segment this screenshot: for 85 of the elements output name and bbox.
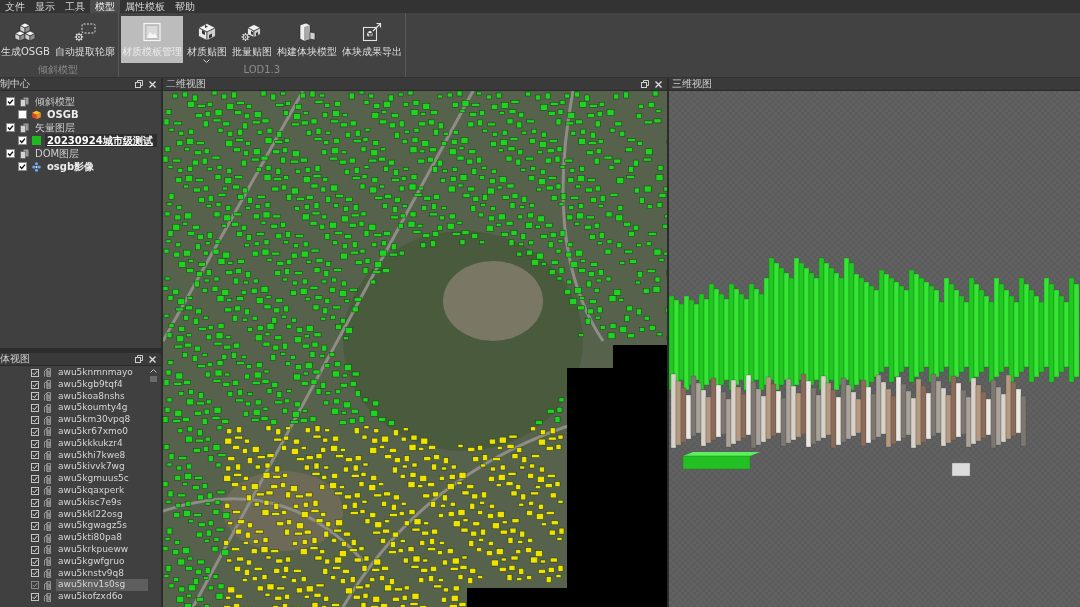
ribbon-button[interactable]: 构建体块模型	[275, 16, 338, 63]
entity-label[interactable]: awu5krkpueww	[56, 543, 131, 556]
building-icon	[44, 415, 51, 425]
layers-icon	[20, 148, 29, 159]
menu-item[interactable]: 帮助	[170, 0, 200, 13]
building-icon	[44, 427, 51, 437]
gear-frame-icon	[73, 22, 96, 42]
entity-label[interactable]: awu5kgwfgruo	[56, 555, 127, 568]
building-icon	[44, 474, 51, 484]
building-icon	[44, 486, 51, 496]
menu-item[interactable]: 文件	[0, 0, 30, 13]
restore-icon[interactable]	[641, 80, 649, 88]
cubes-icon	[14, 22, 37, 42]
checkbox[interactable]	[6, 149, 15, 158]
gear-cube-icon	[240, 22, 263, 42]
building-icon	[44, 521, 51, 531]
scrollbar-thumb[interactable]	[149, 376, 157, 382]
ribbon-button[interactable]: 批量贴图	[230, 16, 273, 63]
building-icon	[44, 545, 51, 555]
image-icon	[140, 22, 163, 42]
panel-title: 体视图	[0, 353, 31, 365]
layer-label[interactable]: 矢量图层	[33, 121, 77, 134]
entity-label[interactable]: awu5kgmuus5c	[56, 473, 131, 485]
caret-icon	[203, 59, 211, 63]
layer-label[interactable]: 倾斜模型	[33, 95, 77, 108]
building-icon	[44, 462, 51, 472]
building-icon	[44, 380, 51, 390]
close-icon[interactable]	[149, 80, 156, 88]
entity-label[interactable]: awu5kr67xmo0	[56, 426, 130, 438]
entity-label[interactable]: awu5khi7kwe8	[56, 449, 128, 462]
entity-label[interactable]: awu5kqaxperk	[56, 484, 127, 497]
building-icon	[44, 580, 51, 590]
entity-label[interactable]: awu5knmnmayo	[56, 367, 135, 379]
checkbox[interactable]	[6, 97, 15, 106]
entity-label[interactable]: awu5kivvk7wg	[56, 461, 127, 474]
ribbon-button[interactable]: 材质贴图	[185, 16, 228, 63]
building-icon	[44, 403, 51, 413]
close-icon[interactable]	[149, 355, 156, 363]
entity-label[interactable]: awu5kgb9tqf4	[56, 378, 125, 391]
layer-label[interactable]: DOM图层	[33, 147, 82, 160]
building-icon	[44, 592, 51, 602]
ribbon-button[interactable]: 体块成果导出	[340, 16, 403, 63]
group-label: 倾斜模型	[37, 63, 78, 77]
entity-label[interactable]: awu5kisc7e9s	[56, 496, 124, 509]
entity-label[interactable]: awu5koumty4g	[56, 402, 130, 415]
cube-icon	[195, 22, 218, 42]
panel-title: 二维视图	[165, 78, 207, 90]
restore-icon[interactable]	[135, 80, 143, 88]
restore-icon[interactable]	[135, 355, 143, 363]
dots-icon	[32, 161, 41, 172]
layer-label[interactable]: osgb影像	[45, 160, 97, 173]
menu-item[interactable]: 属性模板	[120, 0, 170, 13]
entity-label[interactable]: awu5knstv9q8	[56, 567, 126, 580]
checkbox[interactable]	[18, 136, 27, 145]
close-icon[interactable]	[655, 80, 662, 88]
menu-item[interactable]: 模型	[90, 0, 120, 13]
checkbox[interactable]	[18, 162, 27, 171]
entity-label[interactable]: awu5knv1s0sg	[56, 579, 148, 592]
building-icon	[44, 533, 51, 543]
entity-label[interactable]: awu5koa8nshs	[56, 390, 127, 403]
menu-item[interactable]: 显示	[30, 0, 60, 13]
entity-label[interactable]: awu5kkl22osg	[56, 508, 125, 521]
layers-icon	[20, 96, 29, 107]
cube-icon	[32, 109, 41, 120]
entity-label[interactable]: awu5kkkukzr4	[56, 437, 125, 450]
scroll-up-icon[interactable]	[149, 369, 157, 373]
checkbox[interactable]	[31, 581, 39, 590]
layer-label[interactable]: 20230924城市级测试	[45, 134, 157, 147]
layers-icon	[20, 122, 29, 133]
entity-label[interactable]: awu5kti80pa8	[56, 532, 124, 544]
panel-title: 制中心	[0, 78, 31, 90]
checkbox[interactable]	[18, 110, 27, 119]
ribbon-button[interactable]: 生成OSGB	[0, 16, 51, 63]
panel-title: 三维视图	[671, 78, 713, 90]
building-icon	[44, 392, 51, 401]
export-icon	[360, 22, 383, 42]
group-label: LOD1.3	[243, 63, 281, 77]
checkbox[interactable]	[6, 123, 15, 132]
entity-label[interactable]: awu5kgwagz5s	[56, 520, 129, 533]
entity-label[interactable]: awu5kofzxd6o	[56, 591, 125, 603]
layer-label[interactable]: OSGB	[45, 108, 81, 121]
entity-label[interactable]: awu5km30vpq8	[56, 414, 133, 426]
menu-item[interactable]: 工具	[60, 0, 90, 13]
ribbon-button[interactable]: 自动提取轮廓	[53, 16, 116, 63]
building-icon	[44, 368, 51, 378]
